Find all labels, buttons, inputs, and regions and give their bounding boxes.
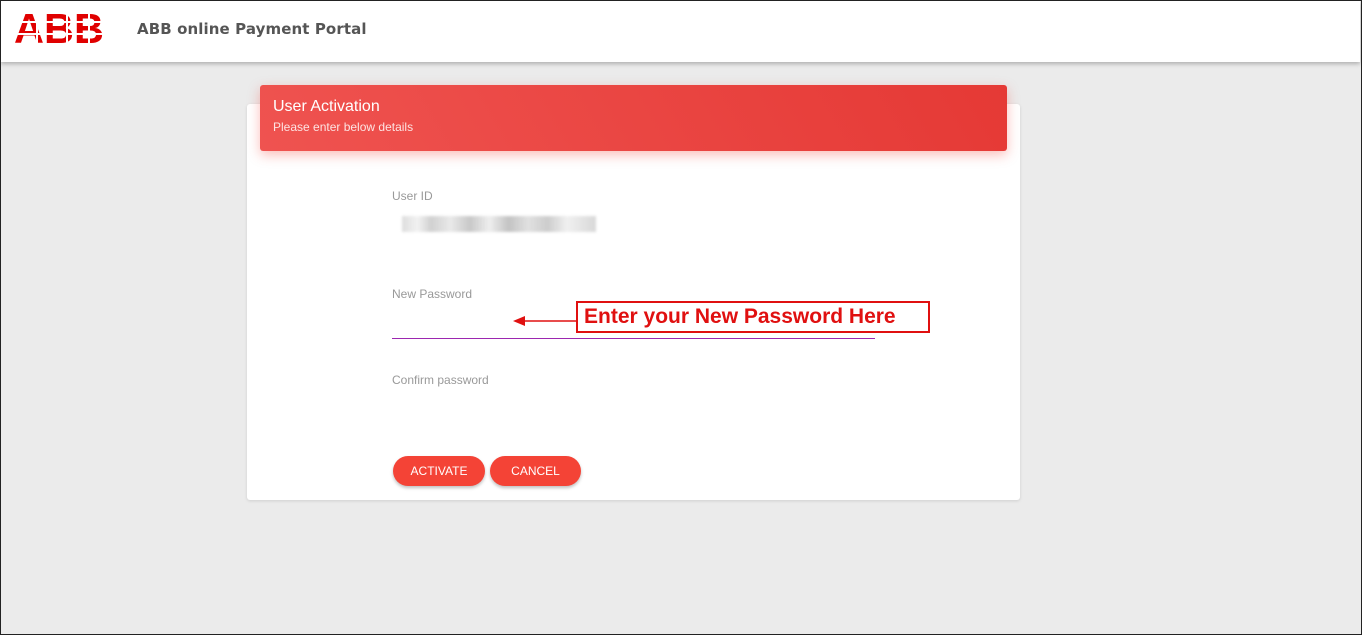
new-password-label: New Password: [392, 287, 473, 301]
abb-logo: ABB: [14, 9, 106, 47]
confirm-password-label: Confirm password: [392, 373, 489, 387]
cancel-button[interactable]: CANCEL: [490, 456, 581, 486]
user-id-value-redacted: [402, 216, 596, 232]
card-title: User Activation: [273, 98, 380, 115]
svg-text:ABB: ABB: [14, 9, 104, 47]
top-navbar: ABB ABB online Payment Portal: [1, 1, 1360, 62]
activate-button[interactable]: ACTIVATE: [393, 456, 485, 486]
annotation-callout: Enter your New Password Here: [576, 301, 930, 333]
confirm-password-input[interactable]: [392, 396, 875, 422]
card-subtitle: Please enter below details: [273, 120, 414, 134]
annotation-arrow-icon: [513, 316, 578, 326]
user-id-label: User ID: [392, 189, 433, 203]
portal-title: ABB online Payment Portal: [137, 20, 367, 38]
card-header: User Activation Please enter below detai…: [260, 85, 1007, 151]
